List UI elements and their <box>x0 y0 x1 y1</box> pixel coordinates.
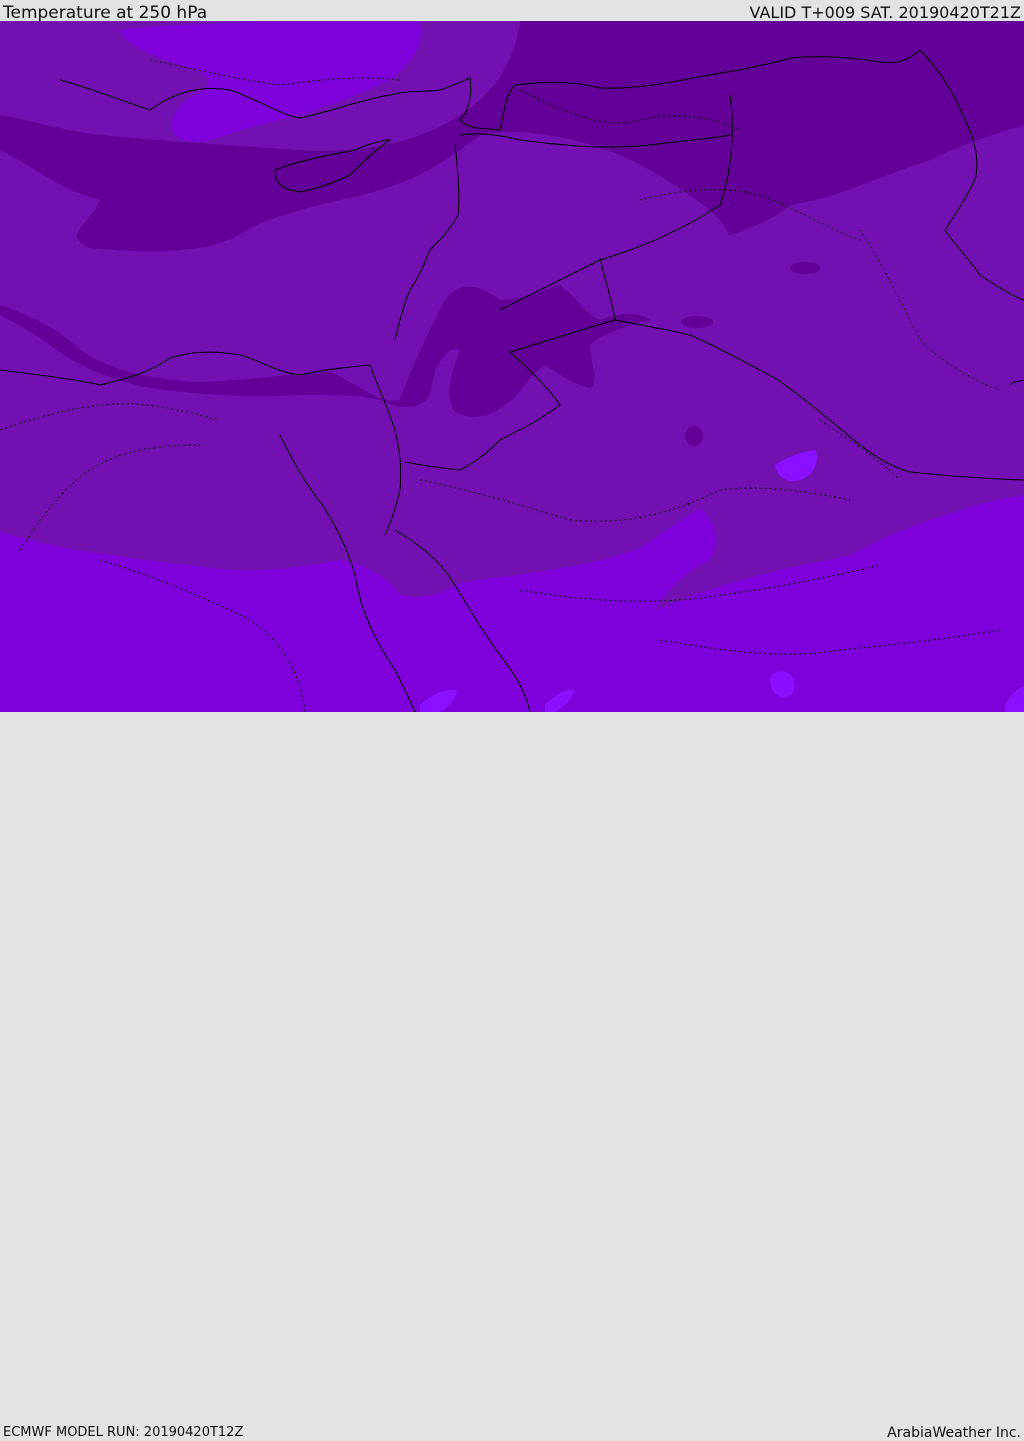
map-svg <box>0 21 1024 712</box>
valid-time: VALID T+009 SAT. 20190420T21Z <box>749 3 1021 22</box>
band-coldest-blob-2 <box>685 426 703 446</box>
band-coldest-blob-1 <box>681 316 713 328</box>
band-coldest-blob-3 <box>790 262 820 274</box>
bottom-bar: ECMWF MODEL RUN: 20190420T12Z ArabiaWeat… <box>0 712 1024 1440</box>
map-title: Temperature at 250 hPa <box>3 3 208 23</box>
model-run-label: ECMWF MODEL RUN: 20190420T12Z <box>3 1425 244 1440</box>
top-bar: Temperature at 250 hPa VALID T+009 SAT. … <box>0 0 1024 23</box>
credit-label: ArabiaWeather Inc. <box>887 1425 1021 1441</box>
temperature-map[interactable] <box>0 21 1024 712</box>
